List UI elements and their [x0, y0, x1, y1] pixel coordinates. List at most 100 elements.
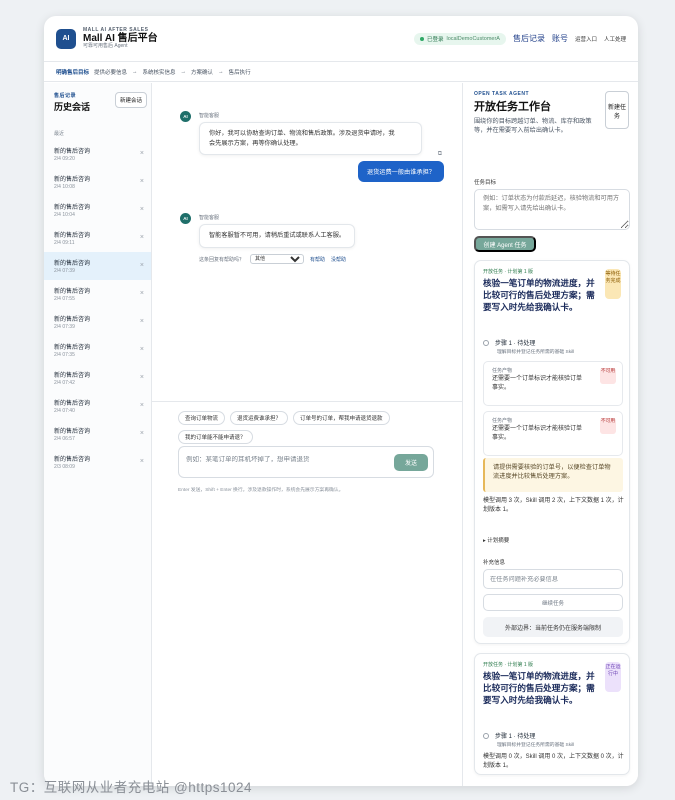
feedback-reason-select[interactable]: 其他 — [250, 254, 305, 264]
sidebar-item-conversation[interactable]: 新的售后咨询 2/4 09:11 × — [44, 224, 151, 252]
conversation-title: 新的售后咨询 — [54, 289, 91, 295]
message-input-box: 发送 — [178, 446, 434, 478]
breadcrumb-step: 系统核实信息 — [142, 69, 176, 76]
new-task-button[interactable]: 新建任务 — [605, 91, 629, 129]
supplement-input-box — [483, 569, 623, 589]
unavailable-tag: 不可用 — [600, 418, 616, 434]
breadcrumb-step: 提供必要信息 — [94, 69, 128, 76]
new-conversation-button[interactable]: 新建会话 — [114, 92, 147, 108]
conversation-title: 新的售后咨询 — [54, 205, 91, 211]
task-card: 开放任务 · 计划第 1 版 核验一笔订单的物流进度，并比较可行的售后处理方案；… — [474, 260, 630, 644]
sidebar-item-conversation[interactable]: 新的售后咨询 2/4 09:20 × — [44, 140, 151, 168]
quick-chip[interactable]: 我的订单能不能申请退？ — [178, 430, 253, 444]
close-icon[interactable]: × — [140, 318, 144, 325]
conversation-title: 新的售后咨询 — [54, 429, 91, 435]
task-workbench: OPEN TASK AGENT 开放任务工作台 围绕你的目标跨越订单、物流、库存… — [462, 83, 638, 786]
sidebar-item-conversation[interactable]: 新的售后咨询 2/4 07:42 × — [44, 364, 151, 392]
copy-icon[interactable]: ⧉ — [438, 151, 442, 158]
user-bubble: 退货运费一般由谁承担？ — [357, 161, 444, 182]
conversation-title: 新的售后咨询 — [54, 177, 91, 183]
arrow-right-icon: → — [132, 68, 138, 75]
close-icon[interactable]: × — [140, 262, 144, 269]
current-user: localDemoCustomerA — [446, 35, 500, 42]
conversation-date: 2/4 06:57 — [54, 436, 75, 442]
sidebar-item-conversation[interactable]: 新的售后咨询 2/4 10:04 × — [44, 196, 151, 224]
sidebar-item-conversation[interactable]: 新的售后咨询 2/4 07:39 × — [44, 308, 151, 336]
feedback-row: 这条回复有帮助吗？ 其他 有帮助 没帮助 — [199, 254, 346, 264]
task-title: 开放任务工作台 — [474, 101, 551, 113]
task-card-title: 核验一笔订单的物流进度，并比较可行的售后处理方案；需要写入时先给我确认卡。 — [483, 278, 595, 313]
task-card: 开放任务 · 计划第 1 版 核验一笔订单的物流进度，并比较可行的售后处理方案；… — [474, 653, 630, 775]
nav-human-handling[interactable]: 人工处理 — [604, 35, 626, 43]
close-icon[interactable]: × — [140, 290, 144, 297]
bot-avatar: AI — [180, 213, 191, 224]
nav-ops-entry[interactable]: 运营入口 — [575, 35, 597, 43]
create-agent-task-button[interactable]: 创建 Agent 任务 — [474, 236, 536, 252]
sidebar-item-conversation[interactable]: 新的售后咨询 2/4 06:57 × — [44, 420, 151, 448]
task-description: 围绕你的目标跨越订单、物流、库存和政策等，并在需要写入前给出确认卡。 — [474, 118, 592, 135]
helpful-link[interactable]: 有帮助 — [310, 256, 325, 263]
status-badge: 等待任务完成 — [605, 269, 621, 299]
sidebar-item-conversation[interactable]: 新的售后咨询 2/4 10:08 × — [44, 168, 151, 196]
close-icon[interactable]: × — [140, 402, 144, 409]
unavailable-tag: 不可用 — [600, 368, 616, 384]
quick-chip[interactable]: 退货运费谁承担？ — [230, 411, 289, 425]
conversation-date: 2/4 07:40 — [54, 408, 75, 414]
task-card-title: 核验一笔订单的物流进度，并比较可行的售后处理方案；需要写入时先给我确认卡。 — [483, 671, 595, 706]
info-request-note: 请提供需要核验的订单号，以便检查订单物流进度并比较售后处理方案。 — [483, 458, 623, 492]
step-label: 步骤 1 · 待处理 — [495, 734, 536, 740]
chat-panel: AI 智能客服 你好，我可以协助查询订单、物流和售后政策。涉及退货申请时，我 会… — [152, 83, 462, 786]
task-step: 步骤 1 · 待处理 — [483, 731, 535, 740]
close-icon[interactable]: × — [140, 234, 144, 241]
conversation-title: 新的售后咨询 — [54, 373, 91, 379]
status-badge: 正在运行中 — [605, 662, 621, 692]
conversation-title: 新的售后咨询 — [54, 317, 91, 323]
progress-breadcrumb: 明确售后目标 提供必要信息 → 系统核实信息 → 方案确认 → 售后执行 — [44, 62, 638, 82]
close-icon[interactable]: × — [140, 206, 144, 213]
sidebar-item-conversation[interactable]: 新的售后咨询 2/4 07:55 × — [44, 280, 151, 308]
bot-name: 智能客服 — [199, 215, 220, 221]
send-button[interactable]: 发送 — [394, 454, 428, 471]
close-icon[interactable]: × — [140, 178, 144, 185]
task-card-plan: 开放任务 · 计划第 1 版 — [483, 269, 534, 275]
conversation-date: 2/4 10:08 — [54, 184, 75, 190]
quick-question-chips: 查询订单物流 退货运费谁承担？ 订单号的订单，帮我申请退货退款 我的订单能不能申… — [178, 411, 428, 444]
task-card-plan: 开放任务 · 计划第 1 版 — [483, 662, 534, 668]
breadcrumb-step: 明确售后目标 — [56, 69, 90, 76]
sidebar-item-conversation[interactable]: 新的售后咨询 2/3 08:09 × — [44, 448, 151, 476]
quick-chip[interactable]: 查询订单物流 — [178, 411, 226, 425]
conversation-date: 2/4 07:39 — [54, 324, 75, 330]
close-icon[interactable]: × — [140, 458, 144, 465]
conversation-list: 新的售后咨询 2/4 09:20 × 新的售后咨询 2/4 10:08 × 新的售后咨询 2/… — [44, 140, 151, 476]
close-icon[interactable]: × — [140, 374, 144, 381]
artifact-label: 任务产物 — [492, 368, 513, 374]
plan-summary-toggle[interactable]: ▸ 计划摘要 — [483, 536, 509, 544]
continue-task-button[interactable]: 继续任务 — [483, 594, 623, 611]
sidebar-item-conversation[interactable]: 新的售后咨询 2/4 07:35 × — [44, 336, 151, 364]
boundary-note: 外部边界：当前任务仍在服务端限制 — [483, 617, 623, 637]
nav-after-sales-records[interactable]: 售后记录 — [513, 33, 545, 44]
watermark-text: TG：互联网从业者充电站 @https1024 — [10, 780, 253, 795]
conversation-date: 2/4 07:55 — [54, 296, 75, 302]
close-icon[interactable]: × — [140, 150, 144, 157]
nav-account[interactable]: 账号 — [552, 33, 568, 44]
supplement-input[interactable] — [490, 576, 618, 583]
task-stats: 模型调用 0 次，Skill 调用 0 次，上下文数据 0 次，计划版本 1。 — [483, 754, 624, 770]
arrow-right-icon: → — [180, 68, 187, 75]
quick-chip[interactable]: 订单号的订单，帮我申请退货退款 — [293, 411, 390, 425]
artifact-text: 还需要一个订单标识才能核验订单事实。 — [492, 426, 583, 441]
close-icon[interactable]: × — [140, 346, 144, 353]
sidebar-item-conversation[interactable]: 新的售后咨询 2/4 07:39 × — [44, 252, 151, 280]
arrow-right-icon: → — [218, 68, 224, 75]
close-icon[interactable]: × — [140, 430, 144, 437]
goal-textarea[interactable] — [474, 189, 630, 230]
conversation-title: 新的售后咨询 — [54, 401, 91, 407]
step-subtitle: 理解目标并登记任务所需的基础 Skill — [497, 350, 575, 355]
conversation-date: 2/4 07:35 — [54, 352, 75, 358]
sidebar-item-conversation[interactable]: 新的售后咨询 2/4 07:40 × — [44, 392, 151, 420]
not-helpful-link[interactable]: 没帮助 — [331, 256, 346, 263]
message-input[interactable] — [186, 456, 386, 463]
brand-block: MALL AI AFTER SALES Mall AI 售后平台 可靠可用售后 … — [83, 27, 158, 50]
step-circle-icon — [483, 340, 489, 347]
status-dot-icon — [419, 36, 424, 41]
